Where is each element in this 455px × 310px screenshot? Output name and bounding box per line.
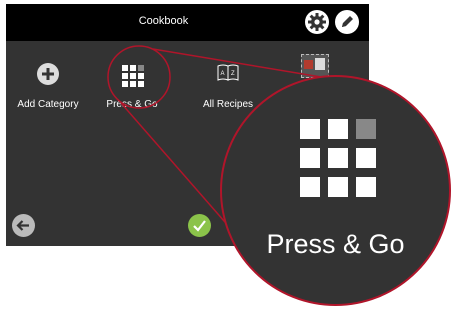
- callout-label: Press & Go: [266, 229, 405, 259]
- zoom-callout: Press & Go: [220, 75, 451, 306]
- grid-icon-magnified: [298, 117, 382, 201]
